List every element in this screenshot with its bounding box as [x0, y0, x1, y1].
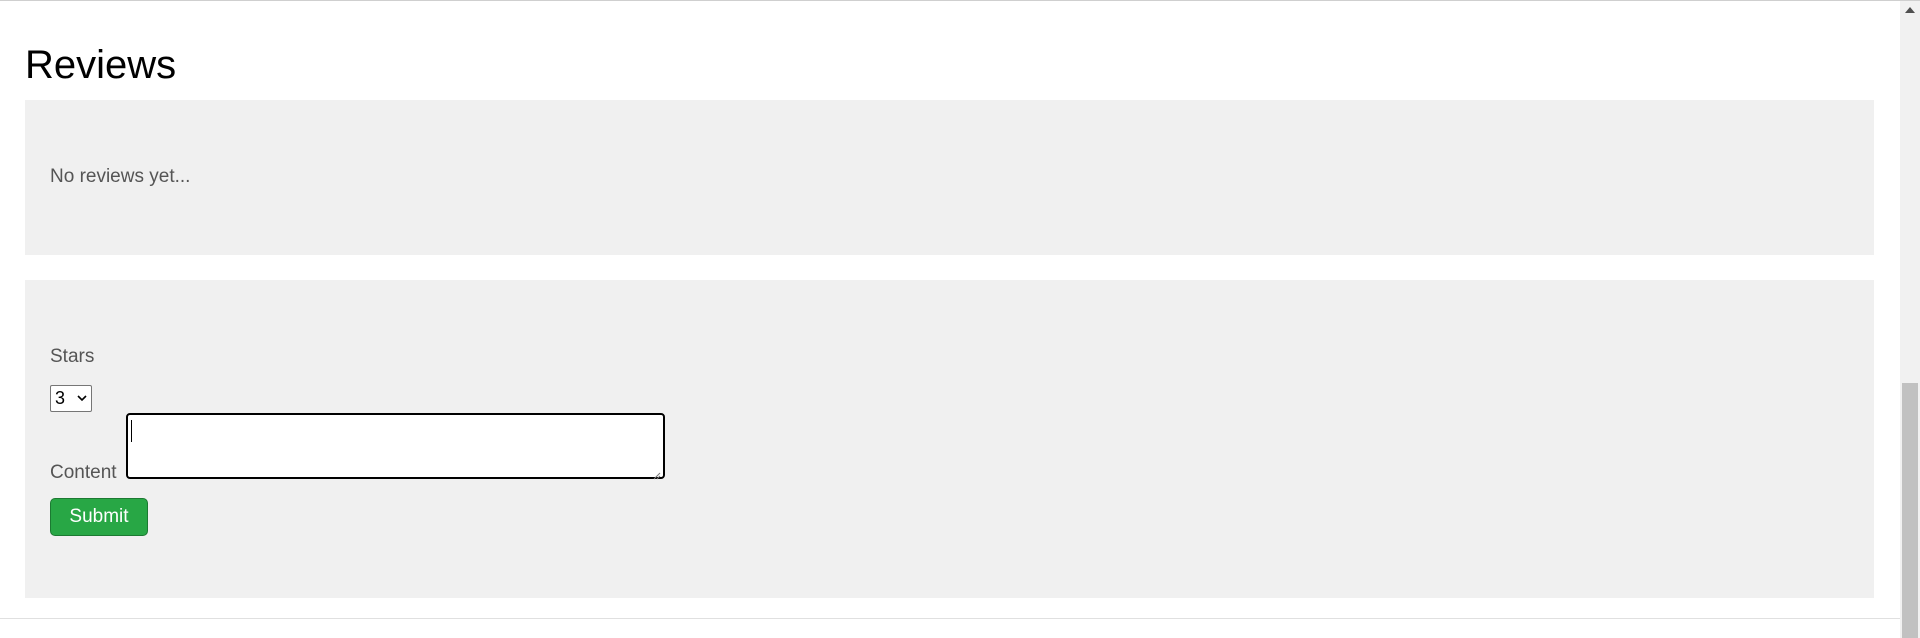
chevron-down-icon [77, 390, 87, 410]
text-caret [131, 420, 132, 442]
stars-select[interactable]: 3 [50, 385, 92, 412]
bottom-divider [0, 618, 1900, 619]
reviews-list-panel: No reviews yet... [25, 100, 1874, 255]
content-label: Content [50, 462, 117, 483]
review-form: Stars 3 Content Submit [25, 280, 1874, 598]
vertical-scrollbar[interactable] [1900, 1, 1920, 638]
submit-button[interactable]: Submit [50, 498, 148, 536]
stars-label: Stars [50, 346, 95, 367]
arrow-up-icon[interactable] [1905, 7, 1915, 13]
empty-reviews-message: No reviews yet... [50, 166, 191, 187]
scrollbar-thumb[interactable] [1902, 383, 1918, 638]
reviews-heading: Reviews [25, 43, 177, 87]
content-textarea[interactable] [126, 413, 665, 480]
stars-selected-value: 3 [55, 388, 66, 408]
page: Reviews No reviews yet... Stars 3 Conten… [0, 0, 1920, 638]
resize-grip-icon[interactable] [653, 467, 661, 480]
main-content: Reviews No reviews yet... Stars 3 Conten… [0, 1, 1900, 638]
